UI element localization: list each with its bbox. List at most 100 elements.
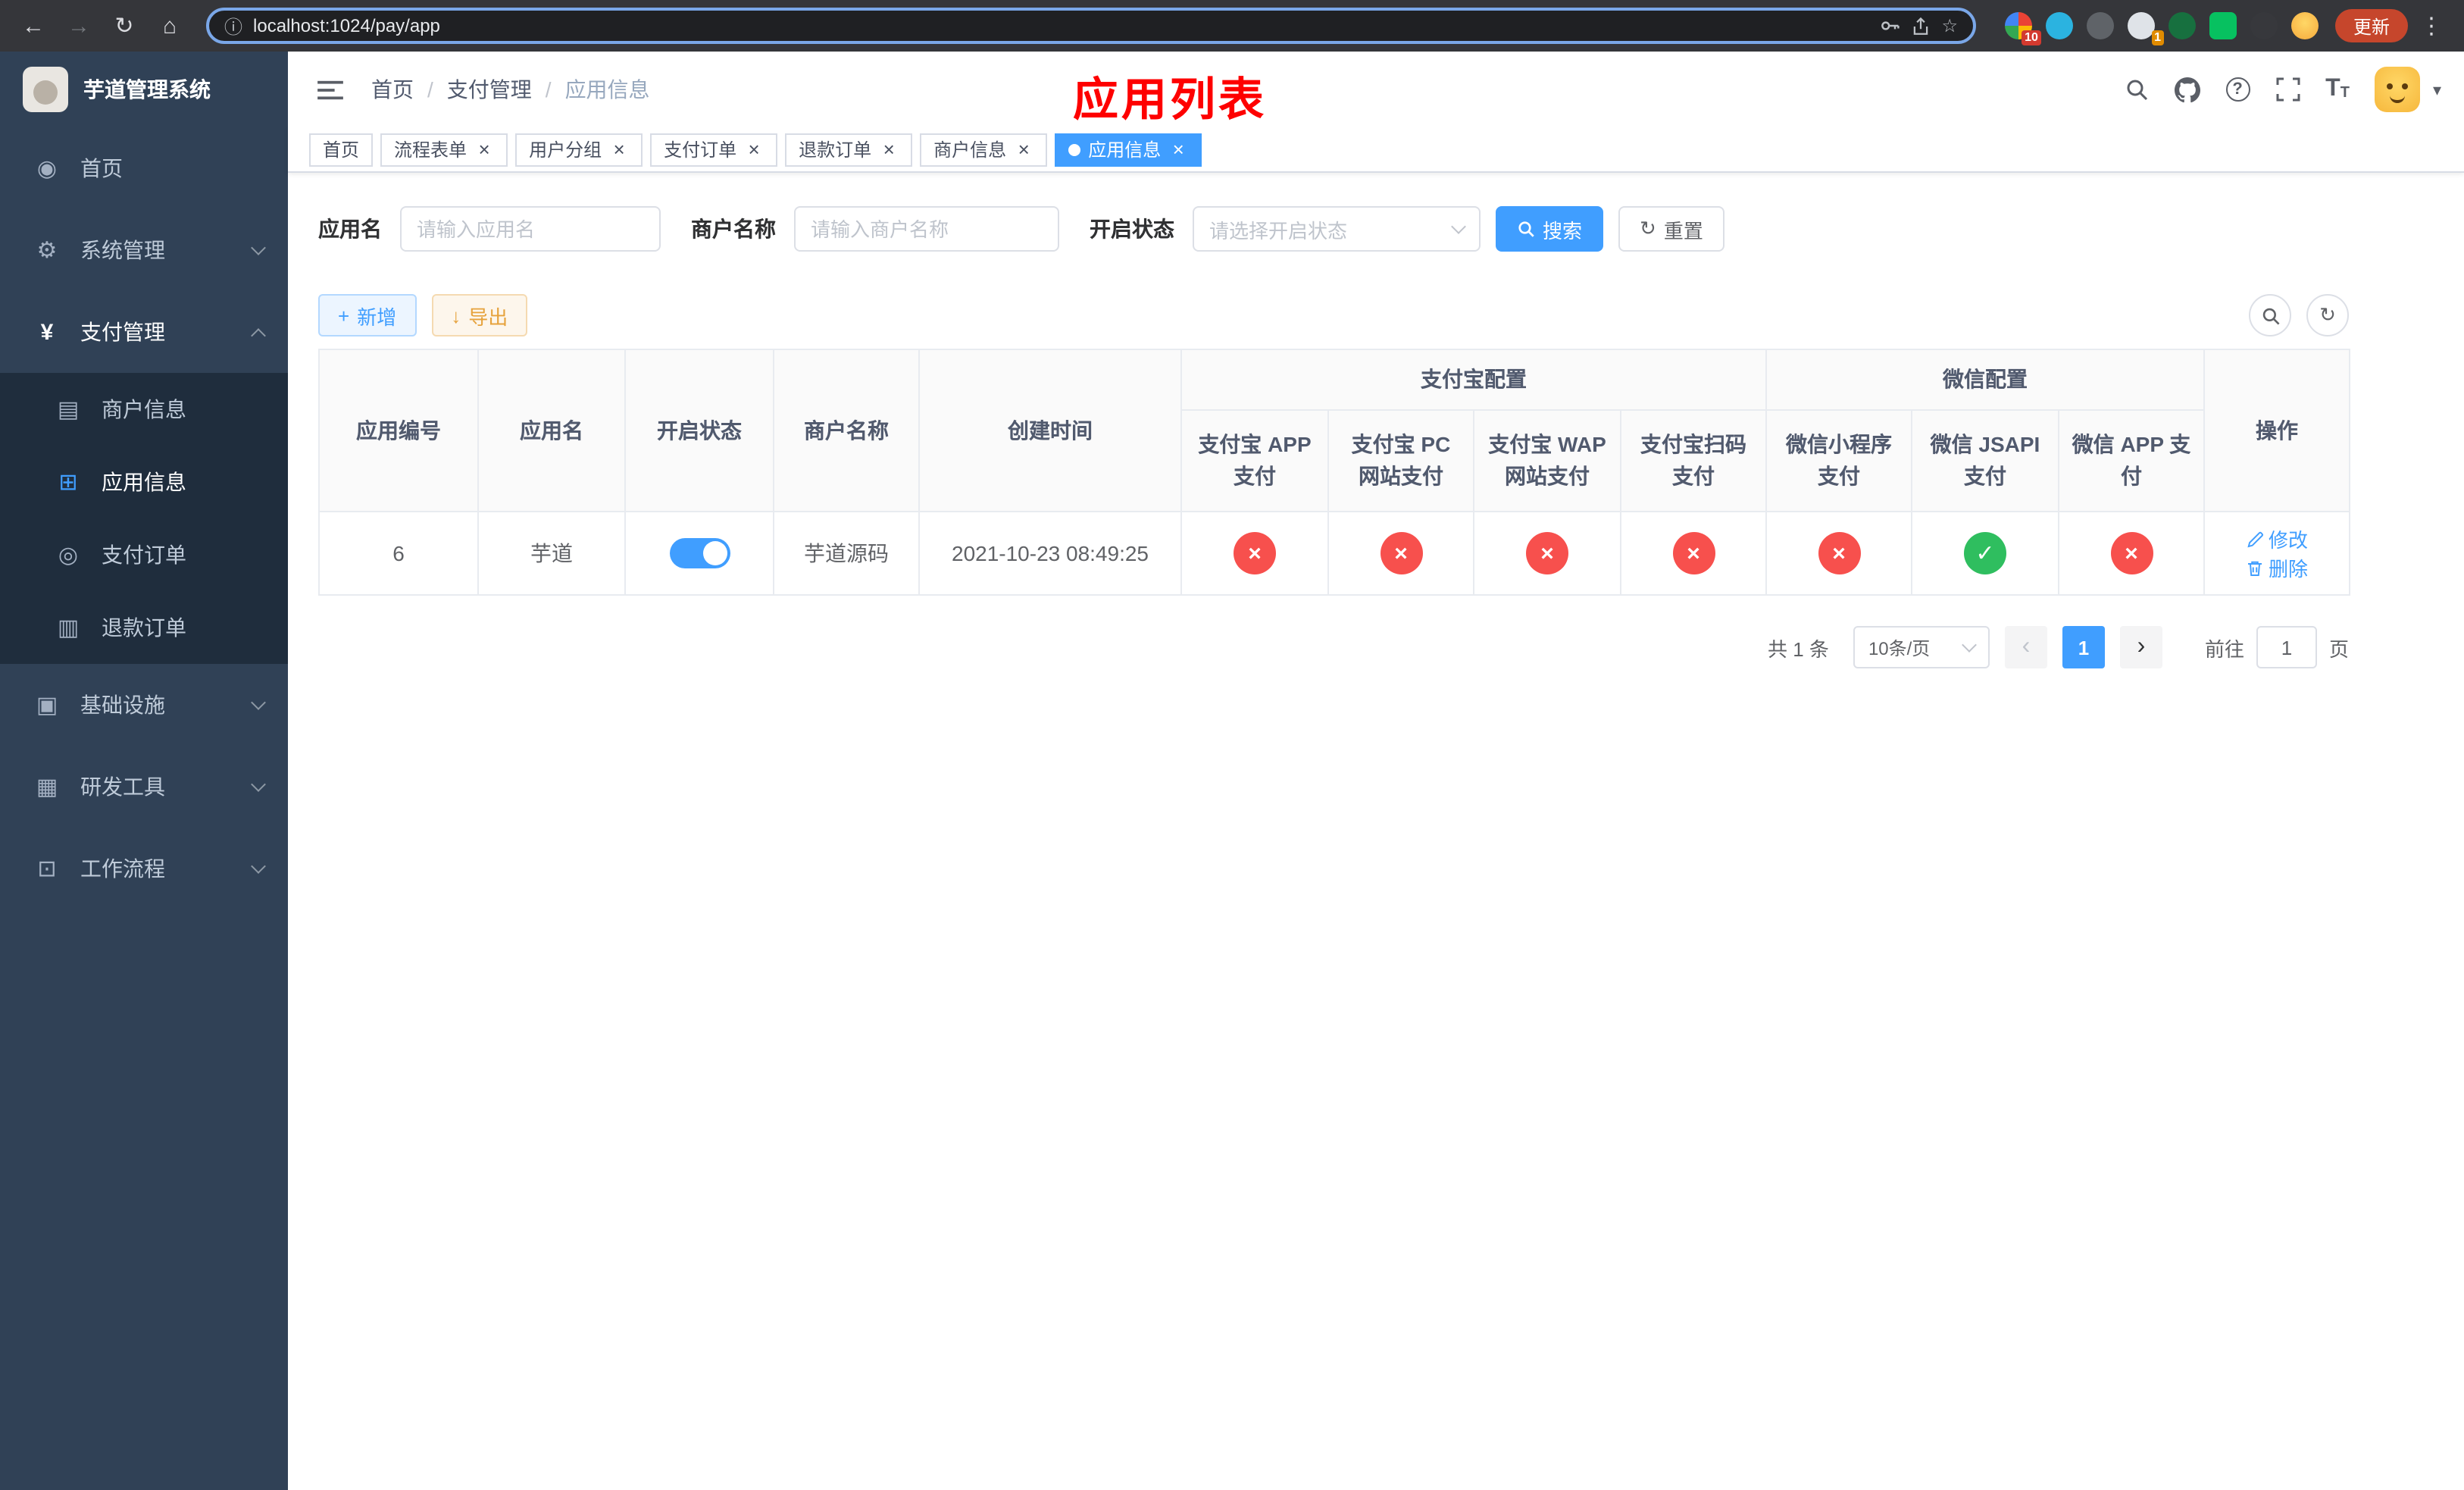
col-header-actions: 操作 xyxy=(2203,349,2351,512)
sidebar-item-devtools[interactable]: ▦ 研发工具 xyxy=(0,746,288,828)
sidebar-item-label: 支付订单 xyxy=(102,543,186,567)
extension-icon[interactable] xyxy=(2168,12,2196,39)
github-icon[interactable] xyxy=(2174,77,2200,102)
tab-home[interactable]: 首页 xyxy=(309,133,374,166)
site-info-icon[interactable]: ⓘ xyxy=(224,13,242,39)
add-button[interactable]: + 新增 xyxy=(318,294,417,337)
plus-icon: + xyxy=(338,304,350,327)
back-icon[interactable]: ← xyxy=(12,5,55,47)
close-icon[interactable]: × xyxy=(744,139,764,159)
password-key-icon[interactable] xyxy=(1879,15,1900,36)
tab-user-group[interactable]: 用户分组 × xyxy=(515,133,643,166)
col-header-alipay-pc: 支付宝 PC 网站支付 xyxy=(1327,409,1474,512)
close-icon[interactable]: × xyxy=(474,139,494,159)
sidebar-item-pay-order[interactable]: ◎ 支付订单 xyxy=(0,518,288,591)
refresh-table-button[interactable]: ↻ xyxy=(2306,294,2349,337)
tab-app-info[interactable]: 应用信息 × xyxy=(1055,133,1202,166)
col-header-merchant: 商户名称 xyxy=(773,349,920,512)
search-button[interactable]: 搜索 xyxy=(1496,206,1604,252)
cell-actions: 修改 删除 xyxy=(2203,511,2351,596)
fullscreen-icon[interactable] xyxy=(2275,77,2300,102)
cell-app-id: 6 xyxy=(318,511,479,596)
close-icon[interactable]: × xyxy=(1014,139,1033,159)
breadcrumb-item[interactable]: 支付管理 xyxy=(447,74,532,105)
edit-button[interactable]: 修改 xyxy=(2246,524,2308,553)
sidebar-logo: 芋道管理系统 xyxy=(0,52,288,127)
total-count: 共 1 条 xyxy=(1768,637,1829,660)
close-icon[interactable]: × xyxy=(609,139,629,159)
chevron-up-icon xyxy=(251,327,266,343)
table-row: 6 芋道 芋道源码 2021-10-23 08:49:25 × × × × × … xyxy=(318,511,2351,596)
sidebar-item-label: 退款订单 xyxy=(102,615,186,640)
extension-icon[interactable] xyxy=(2045,12,2073,39)
page-size-select[interactable]: 10条/页 xyxy=(1853,626,1990,668)
help-icon[interactable]: ? xyxy=(2225,77,2250,102)
search-icon[interactable] xyxy=(2124,77,2148,102)
col-header-status: 开启状态 xyxy=(624,349,774,512)
export-button[interactable]: ↓ 导出 xyxy=(431,294,528,337)
share-icon[interactable] xyxy=(1911,16,1931,36)
merchant-name-input[interactable] xyxy=(794,206,1059,252)
prev-page-button[interactable]: ‹ xyxy=(2004,626,2047,668)
tab-merchant-info[interactable]: 商户信息 × xyxy=(920,133,1048,166)
navbar: 首页 / 支付管理 / 应用信息 应用列表 ? T T ▾ xyxy=(288,52,2464,127)
status-toggle[interactable] xyxy=(669,538,730,568)
goto-page-input[interactable] xyxy=(2256,626,2317,668)
group-header-wechat: 微信配置 xyxy=(1765,349,2206,411)
tab-process-form[interactable]: 流程表单 × xyxy=(380,133,508,166)
sidebar-item-merchant-info[interactable]: ▤ 商户信息 xyxy=(0,373,288,446)
col-header-app-name: 应用名 xyxy=(477,349,626,512)
forward-icon[interactable]: → xyxy=(58,5,100,47)
next-page-button[interactable]: › xyxy=(2119,626,2162,668)
reload-icon[interactable]: ↻ xyxy=(103,5,145,47)
avatar-caret-icon[interactable]: ▾ xyxy=(2433,80,2441,99)
toggle-search-button[interactable] xyxy=(2249,294,2291,337)
extension-icon[interactable]: 1 xyxy=(2127,12,2164,45)
wechat-mini-status-icon: × xyxy=(1818,532,1860,574)
sidebar-item-home[interactable]: ◉ 首页 xyxy=(0,127,288,209)
close-icon[interactable]: × xyxy=(879,139,899,159)
close-icon[interactable]: × xyxy=(1168,139,1188,159)
col-header-created: 创建时间 xyxy=(918,349,1182,512)
extension-icon[interactable] xyxy=(2209,12,2237,39)
address-bar[interactable]: ⓘ localhost:1024/pay/app ☆ xyxy=(206,8,1976,44)
group-header-alipay: 支付宝配置 xyxy=(1180,349,1767,411)
sidebar-item-label: 支付管理 xyxy=(80,320,165,344)
extension-icon[interactable] xyxy=(2086,12,2114,39)
sidebar-item-refund-order[interactable]: ▥ 退款订单 xyxy=(0,591,288,664)
sidebar-item-app-info[interactable]: ⊞ 应用信息 xyxy=(0,446,288,518)
sidebar-item-workflow[interactable]: ⊡ 工作流程 xyxy=(0,828,288,909)
page-number-button[interactable]: 1 xyxy=(2062,626,2105,668)
home-icon[interactable]: ⌂ xyxy=(149,5,191,47)
extension-icon[interactable] xyxy=(2250,12,2278,39)
delete-button[interactable]: 删除 xyxy=(2246,553,2308,582)
tab-refund-order[interactable]: 退款订单 × xyxy=(785,133,913,166)
document-icon: ▥ xyxy=(57,615,80,641)
font-size-icon[interactable]: TT xyxy=(2325,77,2350,102)
sidebar-item-infrastructure[interactable]: ▣ 基础设施 xyxy=(0,664,288,746)
sidebar-item-label: 基础设施 xyxy=(80,693,165,717)
extension-icon[interactable]: 10 xyxy=(2004,12,2041,45)
browser-update-button[interactable]: 更新 xyxy=(2334,9,2408,42)
cell-merchant: 芋道源码 xyxy=(773,511,920,596)
reset-button[interactable]: ↻ 重置 xyxy=(1618,206,1724,252)
col-header-wechat-mini: 微信小程序支付 xyxy=(1765,409,1912,512)
profile-avatar-icon[interactable] xyxy=(2290,12,2319,39)
navbar-actions: ? TT ▾ xyxy=(2124,67,2441,112)
user-avatar[interactable] xyxy=(2375,67,2421,112)
sidebar-fold-icon[interactable] xyxy=(311,72,350,107)
active-dot xyxy=(1068,143,1081,155)
sidebar-item-system[interactable]: ⚙ 系统管理 xyxy=(0,209,288,291)
breadcrumb-item[interactable]: 首页 xyxy=(371,74,414,105)
extension-badge: 10 xyxy=(2022,30,2041,45)
browser-menu-icon[interactable]: ⋮ xyxy=(2411,12,2452,39)
gear-icon: ⚙ xyxy=(36,238,58,264)
status-select[interactable]: 请选择开启状态 xyxy=(1193,206,1481,252)
app-name-input[interactable] xyxy=(400,206,661,252)
chevron-down-icon xyxy=(251,694,266,709)
sidebar-item-payment[interactable]: ¥ 支付管理 xyxy=(0,291,288,373)
col-header-alipay-wap: 支付宝 WAP 网站支付 xyxy=(1473,409,1621,512)
chevron-down-icon xyxy=(251,858,266,873)
bookmark-star-icon[interactable]: ☆ xyxy=(1941,15,1958,36)
tab-pay-order[interactable]: 支付订单 × xyxy=(650,133,778,166)
